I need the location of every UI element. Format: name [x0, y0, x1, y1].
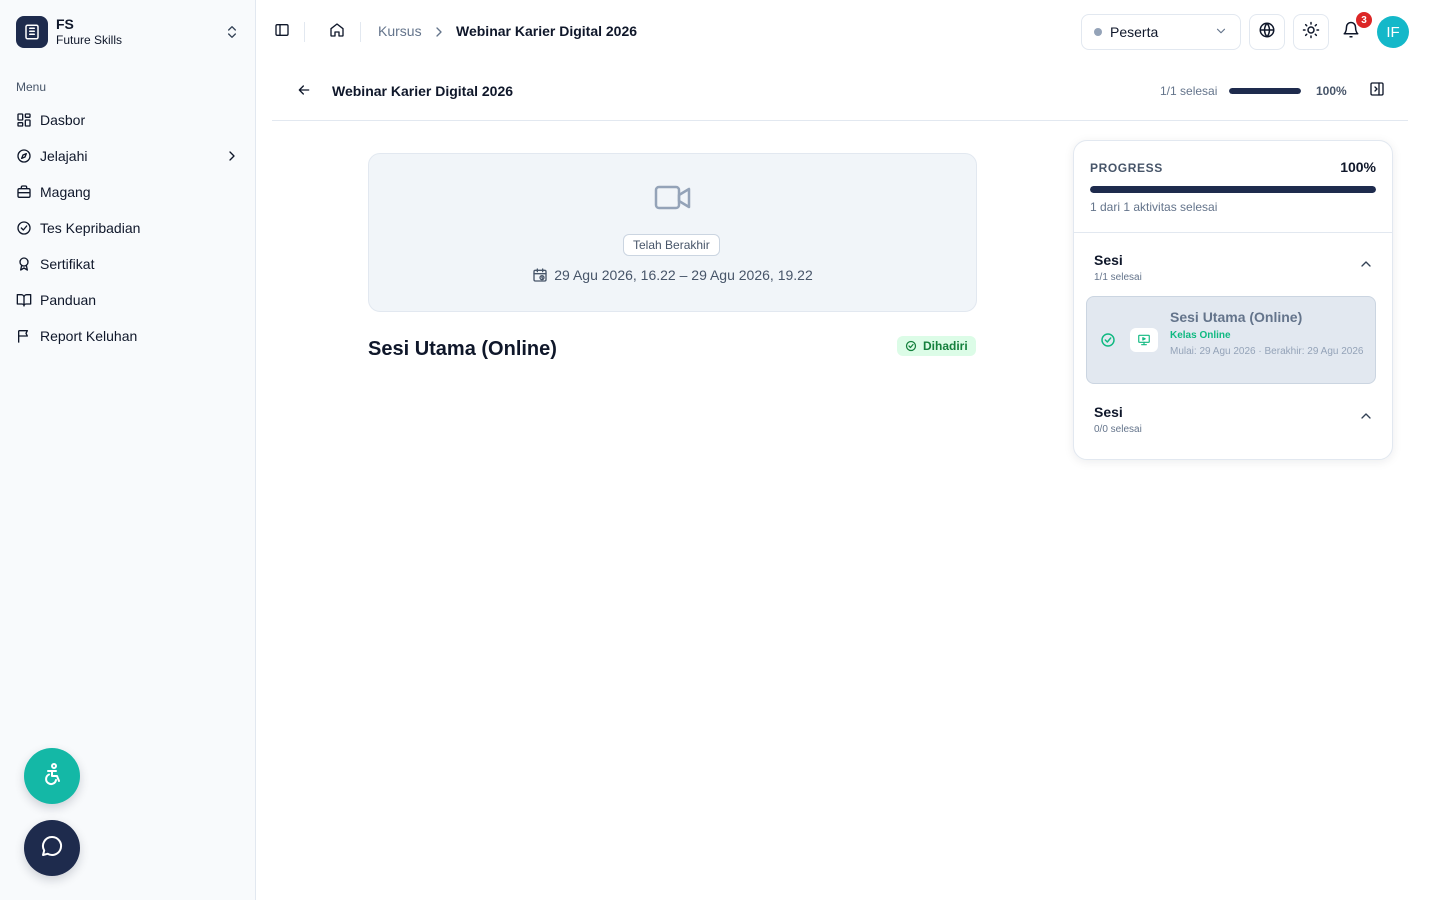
- presentation-icon: [1130, 328, 1158, 352]
- progress-percent: 100%: [1340, 159, 1376, 175]
- chevron-right-icon: [224, 148, 240, 164]
- sidebar: FS Future Skills Menu Dasbor Jelajahi Ma…: [0, 0, 256, 900]
- sidebar-item-label: Jelajahi: [40, 148, 88, 164]
- home-button[interactable]: [325, 20, 349, 44]
- sidebar-item-dasbor[interactable]: Dasbor: [8, 102, 248, 138]
- divider: [304, 22, 305, 42]
- section-subtitle: 0/0 selesai: [1094, 424, 1142, 435]
- sidebar-item-label: Sertifikat: [40, 256, 95, 272]
- chat-bubble-icon: [40, 834, 64, 863]
- sidebar-item-panduan[interactable]: Panduan: [8, 282, 248, 318]
- notification-count-badge: 3: [1356, 12, 1372, 28]
- course-progress-bar: [1229, 88, 1301, 94]
- arrow-left-icon: [296, 82, 312, 103]
- status-dot: [1094, 28, 1102, 36]
- sidebar-item-jelajahi[interactable]: Jelajahi: [8, 138, 248, 174]
- sidebar-nav: Dasbor Jelajahi Magang Tes Kepribadian S…: [8, 102, 248, 354]
- panel-left-icon: [274, 22, 290, 43]
- toggle-sidebar-button[interactable]: [270, 20, 294, 44]
- accessibility-icon: [40, 762, 64, 791]
- course-progress-percent: 100%: [1316, 84, 1347, 98]
- org-switcher[interactable]: FS Future Skills: [8, 8, 248, 56]
- section-title: Sesi: [1094, 252, 1123, 268]
- briefcase-icon: [16, 184, 32, 200]
- activity-type: Kelas Online: [1170, 330, 1231, 341]
- sidebar-item-label: Dasbor: [40, 112, 86, 128]
- session-title: Sesi Utama (Online): [368, 338, 557, 360]
- calendar-clock-icon: [532, 267, 548, 283]
- back-button[interactable]: [292, 82, 316, 102]
- progress-panel: PROGRESS 100% 1 dari 1 aktivitas selesai…: [1073, 140, 1393, 460]
- award-icon: [16, 256, 32, 272]
- check-circle-icon: [16, 220, 32, 236]
- section-header[interactable]: Sesi 1/1 selesai: [1094, 252, 1374, 288]
- org-short-name: FS: [56, 16, 74, 33]
- section-title: Sesi: [1094, 404, 1123, 420]
- role-select-value: Peserta: [1110, 24, 1159, 40]
- chat-button[interactable]: [24, 820, 80, 876]
- sidebar-item-magang[interactable]: Magang: [8, 174, 248, 210]
- compass-icon: [16, 148, 32, 164]
- org-logo-icon: [16, 16, 48, 48]
- course-header: Webinar Karier Digital 2026 1/1 selesai …: [272, 64, 1408, 121]
- language-button[interactable]: [1249, 14, 1285, 50]
- menu-section-title: Menu: [16, 80, 47, 94]
- dashboard-icon: [16, 112, 32, 128]
- sidebar-item-label: Magang: [40, 184, 91, 200]
- session-schedule: 29 Agu 2026, 16.22 – 29 Agu 2026, 19.22: [369, 267, 976, 283]
- course-title: Webinar Karier Digital 2026: [332, 83, 514, 99]
- theme-toggle-button[interactable]: [1293, 14, 1329, 50]
- breadcrumb-current: Webinar Karier Digital 2026: [456, 23, 638, 39]
- session-schedule-text: 29 Agu 2026, 16.22 – 29 Agu 2026, 19.22: [554, 267, 813, 283]
- section-subtitle: 1/1 selesai: [1094, 272, 1142, 283]
- globe-icon: [1258, 21, 1276, 44]
- divider: [360, 22, 361, 42]
- flag-icon: [16, 328, 32, 344]
- sun-icon: [1302, 21, 1320, 44]
- sidebar-item-label: Tes Kepribadian: [40, 220, 141, 236]
- section-header[interactable]: Sesi 0/0 selesai: [1094, 404, 1374, 440]
- progress-bar-fill: [1090, 186, 1376, 193]
- home-icon: [329, 22, 345, 43]
- breadcrumb-kursus[interactable]: Kursus: [378, 23, 422, 39]
- video-camera-icon: [654, 184, 692, 212]
- attendance-label: Dihadiri: [923, 339, 968, 353]
- sidebar-item-report-keluhan[interactable]: Report Keluhan: [8, 318, 248, 354]
- course-progress-fill: [1229, 88, 1301, 94]
- book-open-icon: [16, 292, 32, 308]
- chevrons-up-down-icon: [224, 24, 240, 40]
- chevron-up-icon: [1358, 408, 1374, 424]
- progress-panel-header: PROGRESS 100% 1 dari 1 aktivitas selesai: [1074, 141, 1392, 233]
- progress-bar: [1090, 186, 1376, 193]
- chevron-up-icon: [1358, 256, 1374, 272]
- sidebar-item-label: Report Keluhan: [40, 328, 138, 344]
- activity-item[interactable]: Sesi Utama (Online) Kelas Online Mulai: …: [1086, 296, 1376, 384]
- panel-right-icon: [1369, 81, 1385, 102]
- org-name: Future Skills: [56, 33, 123, 48]
- accessibility-button[interactable]: [24, 748, 80, 804]
- chevron-down-icon: [1214, 24, 1228, 41]
- check-circle-icon: [905, 340, 917, 352]
- activity-time: Mulai: 29 Agu 2026 · Berakhir: 29 Agu 20…: [1170, 346, 1364, 357]
- video-session-card: Telah Berakhir 29 Agu 2026, 16.22 – 29 A…: [368, 153, 977, 312]
- attendance-badge: Dihadiri: [897, 336, 976, 356]
- session-status-badge: Telah Berakhir: [623, 234, 720, 256]
- progress-summary: 1 dari 1 aktivitas selesai: [1090, 200, 1218, 214]
- check-circle-icon: [1100, 332, 1116, 348]
- progress-label: PROGRESS: [1090, 161, 1163, 175]
- sidebar-item-tes-kepribadian[interactable]: Tes Kepribadian: [8, 210, 248, 246]
- avatar[interactable]: IF: [1377, 16, 1409, 48]
- role-select[interactable]: Peserta: [1081, 14, 1241, 50]
- activity-title: Sesi Utama (Online): [1170, 309, 1303, 325]
- sidebar-item-label: Panduan: [40, 292, 97, 308]
- topbar: Kursus Webinar Karier Digital 2026 Peser…: [256, 0, 1440, 64]
- sidebar-item-sertifikat[interactable]: Sertifikat: [8, 246, 248, 282]
- course-completed-count: 1/1 selesai: [1160, 84, 1218, 98]
- toggle-progress-panel-button[interactable]: [1368, 81, 1386, 102]
- chevron-right-icon: [431, 24, 447, 40]
